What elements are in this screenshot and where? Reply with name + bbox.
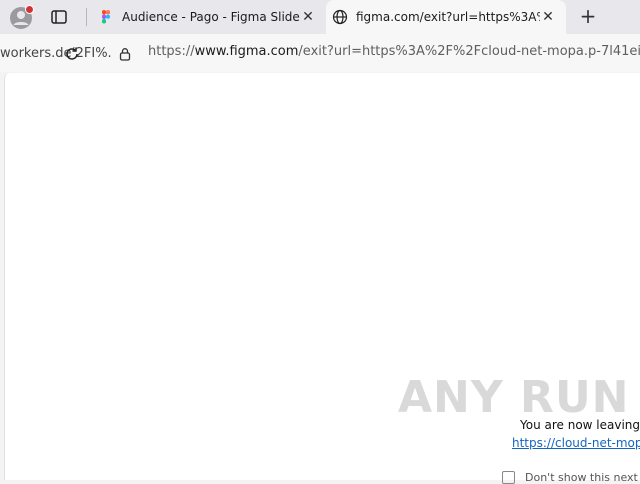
tab-title: figma.com/exit?url=https%3A%2F%2: [356, 10, 540, 24]
profile-avatar[interactable]: [9, 5, 34, 30]
reload-icon: [66, 47, 78, 60]
destination-link[interactable]: https://cloud-net-mopa.p: [512, 436, 640, 450]
address-bar[interactable]: https://www.figma.com/exit?url=https%3A%…: [148, 44, 640, 59]
leaving-message: You are now leaving fig: [520, 418, 640, 432]
close-tab-icon[interactable]: ✕: [540, 9, 556, 25]
tab-actions-icon: [51, 10, 67, 24]
close-tab-icon[interactable]: ✕: [300, 9, 316, 25]
watermark: ANY RUN: [398, 372, 630, 423]
tab-actions-button[interactable]: [50, 8, 68, 26]
dont-show-again-checkbox[interactable]: Don't show this next tim: [502, 471, 640, 484]
lock-icon: [119, 48, 131, 61]
address-path: /exit?url=https%3A%2F%2Fcloud-net-mopa.p…: [298, 44, 640, 59]
new-tab-button[interactable]: +: [578, 4, 598, 28]
browser-toolbar: workers.de‘2FI%. https://www.figma.com/e…: [0, 34, 640, 72]
globe-icon: [332, 9, 348, 25]
previous-url-fragment: workers.de‘2FI%.: [0, 46, 112, 61]
address-host: www.figma.com: [194, 44, 299, 59]
browser-title-bar: Audience - Pago - Figma Slides ✕ figma.c…: [0, 0, 640, 34]
notification-dot: [25, 5, 34, 14]
figma-icon: [102, 10, 110, 24]
site-info-button[interactable]: [118, 46, 132, 61]
tab-figma-slides[interactable]: Audience - Pago - Figma Slides ✕: [92, 0, 326, 34]
address-scheme: https://: [148, 44, 195, 59]
tab-title: Audience - Pago - Figma Slides: [122, 10, 300, 24]
tab-separator: [86, 8, 87, 26]
reload-button[interactable]: [63, 45, 81, 63]
checkbox-icon: [502, 471, 515, 484]
plus-icon: +: [579, 4, 597, 28]
tab-figma-exit[interactable]: figma.com/exit?url=https%3A%2F%2 ✕: [326, 0, 566, 34]
dont-show-label: Don't show this next tim: [525, 471, 640, 484]
